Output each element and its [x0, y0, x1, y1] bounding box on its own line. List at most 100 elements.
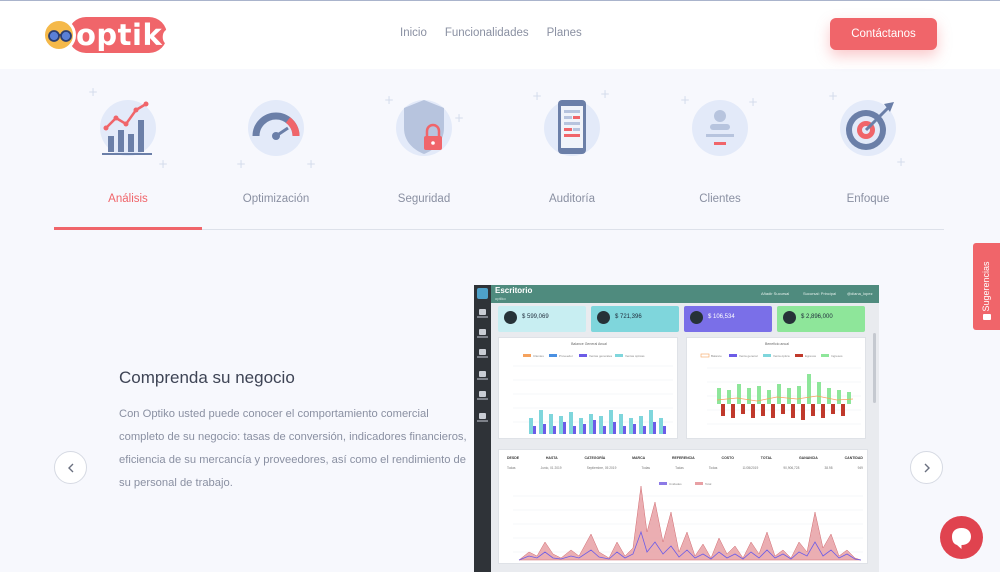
chart2-legend-label: Ingresos	[831, 354, 843, 358]
user-icon	[597, 311, 610, 324]
dashboard-title: Escritorio	[495, 286, 533, 295]
tab-label: Auditoría	[548, 193, 596, 205]
sidebar-nav-item	[477, 329, 488, 339]
table-cell: 38.98	[824, 466, 833, 470]
dashboard-screenshot: Escritorio optiko Añadir Sucursal Sucurs…	[474, 285, 879, 572]
speedometer-icon: + +	[236, 100, 316, 171]
kpi-card: $ 106,534	[684, 306, 772, 332]
report-panel: DESDE HASTA CATEGORÍA MARCA REFERENCIA C…	[498, 449, 868, 564]
suggestions-tab[interactable]: Sugerencias	[973, 243, 1000, 330]
column-header: GANANCIA	[798, 456, 818, 460]
svg-text:+: +	[600, 87, 610, 101]
trophy-icon	[783, 311, 796, 324]
shield-lock-icon: + +	[384, 93, 464, 156]
money-icon	[504, 311, 517, 324]
contact-button[interactable]: Contáctanos	[830, 18, 937, 50]
kpi-value: $ 721,396	[615, 314, 642, 320]
kpi-card: $ 599,069	[498, 306, 586, 332]
tab-label: Seguridad	[397, 193, 451, 205]
sidebar-nav-item	[477, 349, 488, 359]
feature-tabs: + + Análisis + + Optimización + + Seguri…	[54, 82, 944, 230]
sidebar-nav-item	[477, 371, 488, 381]
dashboard-scrollbar	[873, 333, 876, 403]
chart1-legend-label: Proveedor	[559, 354, 573, 358]
person-icon	[690, 311, 703, 324]
nav-link-inicio[interactable]: Inicio	[400, 27, 427, 39]
chart-growth-icon: + +	[88, 86, 168, 171]
kpi-card: $ 2,896,000	[777, 306, 865, 332]
area-chart-sales: Unidades Total	[513, 482, 863, 561]
chart2-legend-label: Balance	[711, 354, 722, 358]
tab-analisis[interactable]: + + Análisis	[54, 82, 202, 230]
feedback-icon	[983, 314, 991, 320]
slide-title: Comprenda su negocio	[119, 368, 295, 387]
chart1-legend-label: Ventas generales	[589, 354, 613, 358]
kpi-value: $ 2,896,000	[801, 314, 833, 320]
table-cell: Junio, 01 2019	[540, 466, 562, 470]
carousel-next-button[interactable]	[910, 451, 943, 484]
column-header: MARCA	[632, 456, 646, 460]
svg-text:+: +	[680, 93, 690, 107]
chart-panel-profit: Beneficio anual Balance Venta general Ve…	[686, 337, 866, 439]
sidebar-nav-item	[477, 309, 488, 319]
chart3-legend-label: Total	[705, 482, 712, 486]
logo-wordmark: optiko	[76, 18, 182, 52]
add-branch-link: Añadir Sucursal	[761, 291, 790, 296]
chart3-legend-label: Unidades	[669, 482, 682, 486]
table-cell: Todas	[708, 466, 718, 470]
carousel-prev-button[interactable]	[54, 451, 87, 484]
table-cell: 90,906,728	[783, 466, 800, 470]
target-icon: + +	[828, 89, 906, 169]
user-card-icon: + +	[680, 93, 758, 156]
tab-clientes[interactable]: + + Clientes	[646, 82, 794, 230]
tab-optimizacion[interactable]: + + Optimización	[202, 82, 350, 230]
active-tab-indicator	[54, 227, 202, 230]
table-cell: 949	[857, 466, 863, 470]
table-cell: 11/05/2019	[742, 466, 759, 470]
bar-chart-profit: Balance Venta general Venta óptica Egres…	[700, 353, 861, 425]
svg-text:+: +	[748, 95, 758, 109]
chart2-legend-label: Egresos	[805, 354, 817, 358]
slide-description: Con Optiko usted puede conocer el compor…	[119, 408, 467, 489]
chevron-right-icon	[924, 463, 930, 472]
dashboard-logo	[477, 288, 488, 299]
column-header: CANTIDAD	[844, 456, 863, 460]
table-cell: Todas	[641, 466, 651, 470]
chart1-legend-label: Clientes	[533, 354, 544, 358]
dashboard-sidebar	[474, 285, 491, 572]
dashboard-subtitle: optiko	[495, 296, 506, 301]
column-header: CATEGORÍA	[584, 456, 606, 460]
tab-label: Enfoque	[846, 193, 890, 205]
kpi-card: $ 721,396	[591, 306, 679, 332]
svg-text:+: +	[88, 86, 98, 99]
dashboard-topbar: Escritorio optiko Añadir Sucursal Sucurs…	[491, 285, 879, 303]
nav-link-planes[interactable]: Planes	[547, 27, 582, 39]
chart2-legend-label: Venta general	[739, 354, 758, 358]
svg-text:+: +	[158, 157, 168, 171]
mobile-report-icon: + +	[532, 87, 610, 156]
tab-seguridad[interactable]: + + Seguridad	[350, 82, 498, 230]
sidebar-nav-item	[477, 413, 488, 423]
user-menu: @diana_lopez	[847, 291, 873, 296]
chevron-left-icon	[67, 463, 73, 472]
optiko-logo[interactable]: optiko	[42, 17, 181, 55]
report-table-row: Todas Junio, 01 2019 Septiembre, 05 2019…	[507, 466, 863, 470]
svg-text:+: +	[828, 89, 838, 103]
report-table-header: DESDE HASTA CATEGORÍA MARCA REFERENCIA C…	[507, 456, 863, 460]
kpi-value: $ 106,534	[708, 314, 735, 320]
table-cell: Septiembre, 05 2019	[586, 466, 617, 470]
glasses-icon	[42, 18, 76, 52]
column-header: HASTA	[545, 456, 558, 460]
tab-label: Clientes	[699, 193, 741, 205]
bar-chart-balance: Clientes Proveedor Ventas generales Vent…	[513, 354, 673, 434]
chat-button[interactable]	[940, 516, 983, 559]
sidebar-nav-item	[477, 391, 488, 401]
tab-enfoque[interactable]: + + Enfoque	[794, 82, 942, 230]
nav-link-funcionalidades[interactable]: Funcionalidades	[445, 27, 529, 39]
chart2-legend-label: Venta óptica	[773, 354, 790, 358]
tab-auditoria[interactable]: + + Auditoría	[498, 82, 646, 230]
kpi-value: $ 599,069	[522, 314, 549, 320]
tab-label: Análisis	[108, 193, 148, 205]
svg-text:+: +	[306, 157, 316, 171]
chat-bubble-icon	[952, 528, 971, 549]
